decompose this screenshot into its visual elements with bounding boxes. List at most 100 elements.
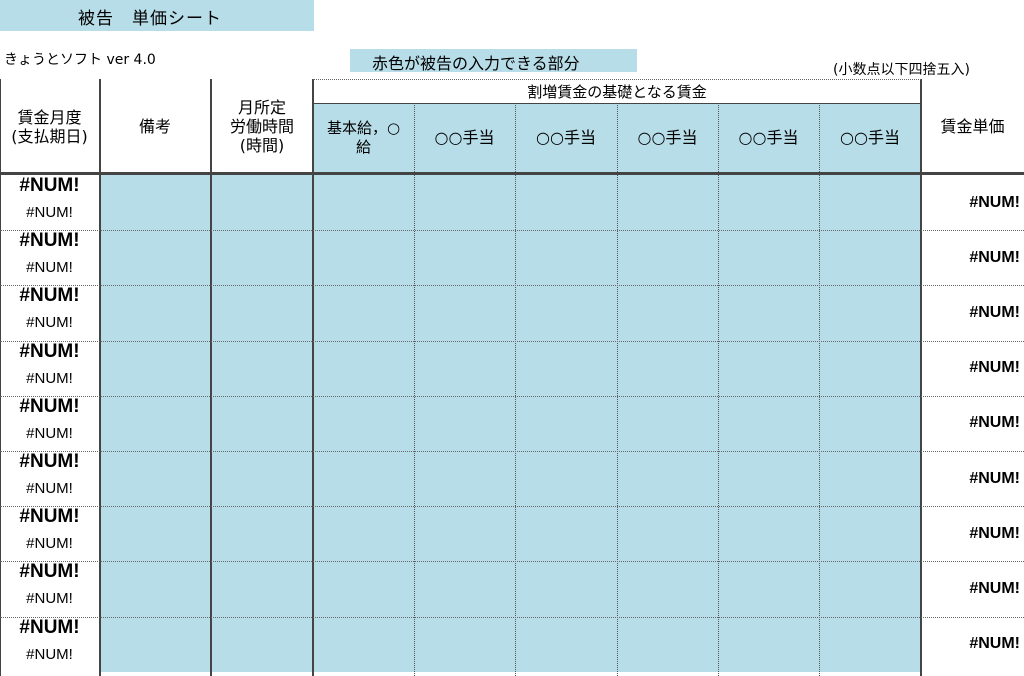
allowance-4-cell[interactable] bbox=[718, 395, 819, 451]
allowance-5-cell[interactable] bbox=[819, 230, 921, 286]
remarks-cell[interactable] bbox=[99, 506, 211, 562]
basic-pay-cell[interactable] bbox=[313, 451, 414, 507]
wage-unit-cell[interactable]: #NUM! bbox=[921, 230, 1024, 285]
allowance-1-cell[interactable] bbox=[414, 506, 515, 562]
remarks-cell[interactable] bbox=[99, 561, 211, 617]
allowance-5-cell[interactable] bbox=[819, 561, 921, 617]
allowance-5-cell[interactable] bbox=[819, 451, 921, 507]
remarks-cell[interactable] bbox=[99, 616, 211, 672]
allowance-3-cell[interactable] bbox=[617, 506, 718, 562]
wage-month-cell[interactable]: #NUM! #NUM! bbox=[0, 395, 99, 451]
allowance-2-cell[interactable] bbox=[515, 451, 617, 507]
basic-pay-cell[interactable] bbox=[313, 175, 414, 231]
remarks-cell[interactable] bbox=[99, 395, 211, 451]
wage-unit-cell[interactable]: #NUM! bbox=[921, 341, 1024, 396]
wage-unit-cell[interactable]: #NUM! bbox=[921, 285, 1024, 340]
allowance-2-cell[interactable] bbox=[515, 340, 617, 396]
header-work-hours[interactable]: 月所定 労働時間 (時間) bbox=[211, 81, 313, 172]
work-hours-cell[interactable] bbox=[211, 561, 313, 617]
wage-unit-cell[interactable]: #NUM! bbox=[921, 506, 1024, 561]
header-allowance-3[interactable]: ○○手当 bbox=[617, 103, 718, 172]
wage-month-cell[interactable]: #NUM! #NUM! bbox=[0, 561, 99, 617]
allowance-5-cell[interactable] bbox=[819, 506, 921, 562]
wage-month-cell[interactable]: #NUM! #NUM! bbox=[0, 230, 99, 286]
wage-month-cell[interactable]: #NUM! #NUM! bbox=[0, 506, 99, 562]
basic-pay-cell[interactable] bbox=[313, 506, 414, 562]
work-hours-cell[interactable] bbox=[211, 175, 313, 231]
header-allowance-5[interactable]: ○○手当 bbox=[819, 103, 921, 172]
header-allowance-4[interactable]: ○○手当 bbox=[718, 103, 819, 172]
allowance-2-cell[interactable] bbox=[515, 285, 617, 341]
wage-month-cell[interactable]: #NUM! #NUM! bbox=[0, 340, 99, 396]
allowance-2-cell[interactable] bbox=[515, 395, 617, 451]
basic-pay-cell[interactable] bbox=[313, 340, 414, 396]
allowance-1-cell[interactable] bbox=[414, 340, 515, 396]
wage-month-cell[interactable]: #NUM! #NUM! bbox=[0, 285, 99, 341]
basic-pay-cell[interactable] bbox=[313, 285, 414, 341]
wage-month-cell[interactable]: #NUM! #NUM! bbox=[0, 451, 99, 507]
work-hours-cell[interactable] bbox=[211, 506, 313, 562]
allowance-1-cell[interactable] bbox=[414, 175, 515, 231]
work-hours-cell[interactable] bbox=[211, 285, 313, 341]
basic-pay-cell[interactable] bbox=[313, 616, 414, 672]
allowance-5-cell[interactable] bbox=[819, 285, 921, 341]
allowance-3-cell[interactable] bbox=[617, 561, 718, 617]
allowance-1-cell[interactable] bbox=[414, 616, 515, 672]
allowance-4-cell[interactable] bbox=[718, 285, 819, 341]
allowance-2-cell[interactable] bbox=[515, 616, 617, 672]
work-hours-cell[interactable] bbox=[211, 395, 313, 451]
allowance-2-cell[interactable] bbox=[515, 561, 617, 617]
remarks-cell[interactable] bbox=[99, 175, 211, 231]
allowance-2-cell[interactable] bbox=[515, 506, 617, 562]
allowance-5-cell[interactable] bbox=[819, 616, 921, 672]
work-hours-cell[interactable] bbox=[211, 451, 313, 507]
basic-pay-cell[interactable] bbox=[313, 395, 414, 451]
header-remarks[interactable]: 備考 bbox=[99, 81, 211, 172]
basic-pay-cell[interactable] bbox=[313, 230, 414, 286]
allowance-4-cell[interactable] bbox=[718, 561, 819, 617]
remarks-cell[interactable] bbox=[99, 340, 211, 396]
work-hours-cell[interactable] bbox=[211, 616, 313, 672]
remarks-cell[interactable] bbox=[99, 285, 211, 341]
allowance-3-cell[interactable] bbox=[617, 340, 718, 396]
remarks-cell[interactable] bbox=[99, 451, 211, 507]
wage-month-cell[interactable]: #NUM! #NUM! bbox=[0, 616, 99, 672]
header-allowance-1[interactable]: ○○手当 bbox=[414, 103, 515, 172]
allowance-1-cell[interactable] bbox=[414, 451, 515, 507]
header-wage-base-group[interactable]: 割増賃金の基礎となる賃金 bbox=[313, 79, 921, 103]
allowance-4-cell[interactable] bbox=[718, 506, 819, 562]
allowance-3-cell[interactable] bbox=[617, 395, 718, 451]
allowance-1-cell[interactable] bbox=[414, 395, 515, 451]
work-hours-cell[interactable] bbox=[211, 230, 313, 286]
allowance-5-cell[interactable] bbox=[819, 340, 921, 396]
allowance-1-cell[interactable] bbox=[414, 230, 515, 286]
allowance-4-cell[interactable] bbox=[718, 340, 819, 396]
allowance-3-cell[interactable] bbox=[617, 175, 718, 231]
allowance-4-cell[interactable] bbox=[718, 175, 819, 231]
allowance-2-cell[interactable] bbox=[515, 230, 617, 286]
allowance-3-cell[interactable] bbox=[617, 285, 718, 341]
wage-unit-cell[interactable]: #NUM! bbox=[921, 451, 1024, 506]
wage-unit-cell[interactable]: #NUM! bbox=[921, 561, 1024, 616]
basic-pay-cell[interactable] bbox=[313, 561, 414, 617]
allowance-3-cell[interactable] bbox=[617, 230, 718, 286]
allowance-5-cell[interactable] bbox=[819, 175, 921, 231]
allowance-1-cell[interactable] bbox=[414, 285, 515, 341]
work-hours-cell[interactable] bbox=[211, 340, 313, 396]
wage-month-cell[interactable]: #NUM! #NUM! bbox=[0, 175, 99, 231]
allowance-2-cell[interactable] bbox=[515, 175, 617, 231]
allowance-1-cell[interactable] bbox=[414, 561, 515, 617]
wage-unit-cell[interactable]: #NUM! bbox=[921, 175, 1024, 230]
allowance-3-cell[interactable] bbox=[617, 451, 718, 507]
wage-unit-cell[interactable]: #NUM! bbox=[921, 396, 1024, 451]
header-wage-unit[interactable]: 賃金単価 bbox=[921, 81, 1024, 172]
allowance-5-cell[interactable] bbox=[819, 395, 921, 451]
allowance-3-cell[interactable] bbox=[617, 616, 718, 672]
header-basic-pay[interactable]: 基本給，○ 給 bbox=[313, 103, 414, 172]
header-wage-month[interactable]: 賃金月度 (支払期日) bbox=[0, 81, 99, 172]
allowance-4-cell[interactable] bbox=[718, 451, 819, 507]
header-allowance-2[interactable]: ○○手当 bbox=[515, 103, 617, 172]
allowance-4-cell[interactable] bbox=[718, 230, 819, 286]
remarks-cell[interactable] bbox=[99, 230, 211, 286]
allowance-4-cell[interactable] bbox=[718, 616, 819, 672]
